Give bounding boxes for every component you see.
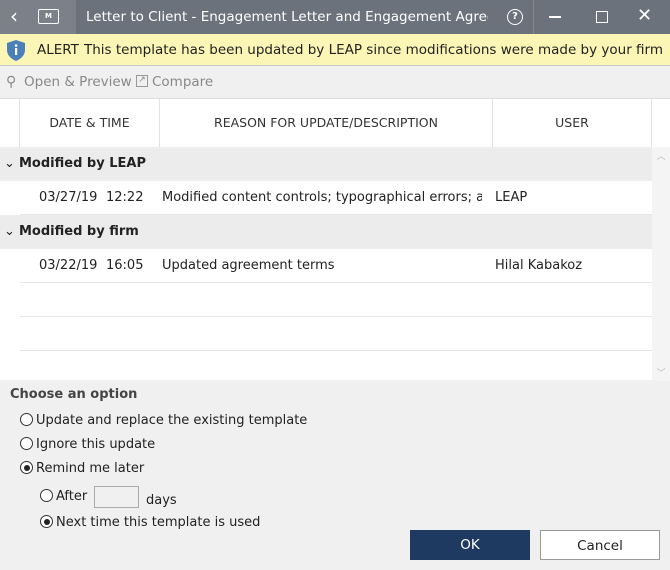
external-link-icon: ↗	[136, 75, 148, 87]
radio-icon	[40, 489, 53, 502]
options-heading: Choose an option	[10, 387, 138, 402]
vertical-scrollbar[interactable]: ︿ ﹀	[652, 147, 670, 381]
scroll-down-icon[interactable]: ﹀	[652, 366, 670, 379]
divider	[533, 0, 534, 34]
close-button[interactable]: ✕	[637, 6, 652, 26]
maximize-button[interactable]	[596, 11, 608, 23]
row-user: Hilal Kabakoz	[495, 258, 583, 273]
radio-update[interactable]: Update and replace the existing template	[20, 413, 307, 428]
alert-label: ALERT	[37, 42, 79, 58]
radio-remind[interactable]: Remind me later	[20, 461, 144, 476]
empty-row	[20, 283, 652, 317]
header-date[interactable]: DATE & TIME	[20, 99, 160, 147]
radio-selected-icon	[40, 515, 53, 528]
radio-next-time[interactable]: Next time this template is used	[40, 515, 260, 530]
radio-icon	[20, 437, 33, 450]
search-icon: ⚲	[6, 74, 17, 90]
table-row[interactable]: 03/22/19 16:05 Updated agreement terms H…	[20, 249, 652, 283]
group-label: Modified by firm	[19, 224, 139, 239]
window-title: Letter to Client - Engagement Letter and…	[86, 9, 488, 25]
group-modified-by-firm[interactable]: ⌄ Modified by firm	[0, 215, 652, 249]
header-spacer	[0, 99, 20, 147]
chevron-down-icon: ⌄	[4, 156, 15, 171]
compare-button[interactable]: Compare	[152, 66, 213, 98]
minimize-button[interactable]	[549, 16, 561, 18]
back-button[interactable]: ‹	[10, 5, 18, 27]
open-preview-button[interactable]: Open & Preview	[24, 66, 132, 98]
scroll-up-icon[interactable]: ︿	[652, 149, 670, 162]
toolbar: ⚲ Open & Preview ↗ Compare	[0, 66, 670, 98]
row-time: 16:05	[106, 258, 144, 273]
radio-selected-icon	[20, 461, 33, 474]
row-user: LEAP	[495, 190, 528, 205]
radio-after[interactable]: After	[40, 489, 87, 504]
header-reason[interactable]: REASON FOR UPDATE/DESCRIPTION	[160, 99, 493, 147]
chevron-down-icon: ⌄	[4, 224, 15, 239]
history-table: DATE & TIME REASON FOR UPDATE/DESCRIPTIO…	[0, 98, 670, 381]
row-reason: Updated agreement terms	[162, 258, 335, 273]
radio-icon	[20, 413, 33, 426]
group-label: Modified by LEAP	[19, 156, 146, 171]
folder-icon: M	[38, 9, 59, 24]
group-modified-by-leap[interactable]: ⌄ Modified by LEAP	[0, 147, 652, 181]
radio-label: After	[56, 489, 88, 504]
cancel-button[interactable]: Cancel	[540, 530, 660, 560]
help-icon[interactable]: ?	[507, 9, 523, 25]
row-time: 12:22	[106, 190, 144, 205]
radio-label: Update and replace the existing template	[36, 413, 308, 428]
radio-label: Remind me later	[36, 461, 145, 476]
header-user[interactable]: USER	[493, 99, 652, 147]
folder-badge: M	[45, 12, 52, 20]
days-label: days	[146, 493, 177, 508]
table-row[interactable]: 03/27/19 12:22 Modified content controls…	[20, 181, 652, 215]
alert-message: This template has been updated by LEAP s…	[84, 42, 664, 58]
days-input[interactable]	[94, 486, 139, 508]
row-date: 03/27/19	[39, 190, 98, 205]
shield-info-icon	[7, 40, 25, 61]
row-date: 03/22/19	[39, 258, 98, 273]
title-bar: ‹ M Letter to Client - Engagement Letter…	[0, 0, 670, 34]
radio-label: Next time this template is used	[56, 515, 261, 530]
radio-label: Ignore this update	[36, 437, 156, 452]
empty-row	[20, 317, 652, 351]
row-reason: Modified content controls; typographical…	[162, 190, 482, 205]
radio-ignore[interactable]: Ignore this update	[20, 437, 155, 452]
alert-banner: ALERT This template has been updated by …	[0, 34, 670, 66]
ok-button[interactable]: OK	[410, 530, 530, 560]
